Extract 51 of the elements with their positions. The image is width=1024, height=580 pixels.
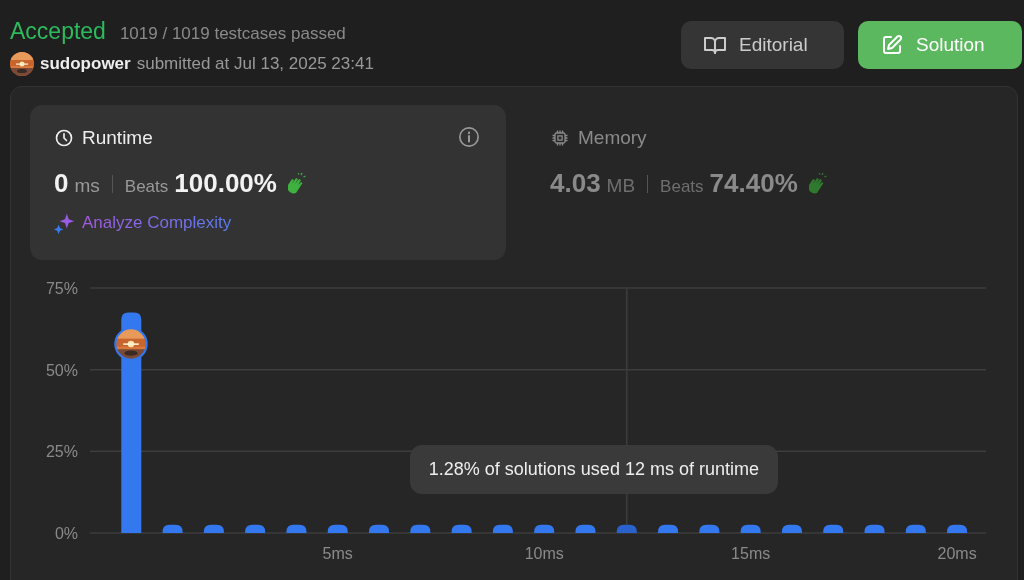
- x-axis-label: 10ms: [524, 545, 564, 561]
- metric-unit: ms: [74, 175, 100, 197]
- bar[interactable]: [203, 524, 224, 533]
- bar[interactable]: [905, 524, 926, 533]
- tooltip: 1.28% of solutions used 12 ms of runtime: [409, 445, 778, 494]
- y-axis-label: 0%: [54, 525, 78, 542]
- submitted-text: submitted at Jul 13, 2025 23:41: [136, 54, 374, 74]
- bar[interactable]: [699, 524, 720, 533]
- bar[interactable]: [492, 524, 513, 533]
- runtime-card[interactable]: Runtime 0 ms Beats 100.00% Analyze Complexity: [30, 105, 506, 260]
- bar[interactable]: [616, 524, 637, 533]
- bar[interactable]: [245, 524, 266, 533]
- y-axis-label: 75%: [45, 280, 78, 297]
- bar[interactable]: [781, 524, 802, 533]
- bar[interactable]: [740, 524, 761, 533]
- beats-percent: 74.40%: [709, 168, 798, 199]
- edit-icon: [880, 33, 904, 57]
- bar[interactable]: [575, 524, 596, 533]
- card-title: Runtime: [82, 127, 153, 149]
- metric-unit: MB: [606, 175, 636, 197]
- bar[interactable]: [410, 524, 431, 533]
- bar[interactable]: [451, 524, 472, 533]
- card-title: Memory: [578, 127, 647, 149]
- clock-icon: [54, 128, 74, 148]
- beats-percent: 100.00%: [174, 168, 277, 199]
- memory-card[interactable]: Memory 4.03 MB Beats 74.40%: [526, 105, 998, 260]
- bar[interactable]: [162, 524, 183, 533]
- metric-value: 0: [54, 168, 69, 199]
- status-text: Accepted: [10, 18, 106, 45]
- beats-label: Beats: [124, 177, 169, 197]
- x-axis-label: 15ms: [731, 545, 771, 561]
- bar[interactable]: [286, 524, 307, 533]
- chip-icon: [550, 128, 570, 148]
- bar[interactable]: [947, 524, 968, 533]
- beats-label: Beats: [660, 177, 704, 197]
- bar[interactable]: [864, 524, 885, 533]
- y-axis-label: 50%: [45, 361, 78, 379]
- editorial-button[interactable]: Editorial: [681, 21, 844, 69]
- sparkle-icon: [54, 212, 76, 234]
- x-axis-label: 20ms: [937, 545, 977, 561]
- bar[interactable]: [369, 524, 390, 533]
- bar[interactable]: [327, 524, 348, 533]
- bar[interactable]: [534, 524, 555, 533]
- y-axis-label: 25%: [45, 443, 78, 461]
- username[interactable]: sudopower: [40, 54, 131, 74]
- metric-value: 4.03: [550, 168, 601, 199]
- testcases-text: 1019 / 1019 testcases passed: [119, 24, 346, 44]
- bar[interactable]: [823, 524, 844, 533]
- bar[interactable]: [658, 524, 679, 533]
- info-icon[interactable]: [458, 126, 480, 148]
- x-axis-label: 5ms: [322, 545, 353, 561]
